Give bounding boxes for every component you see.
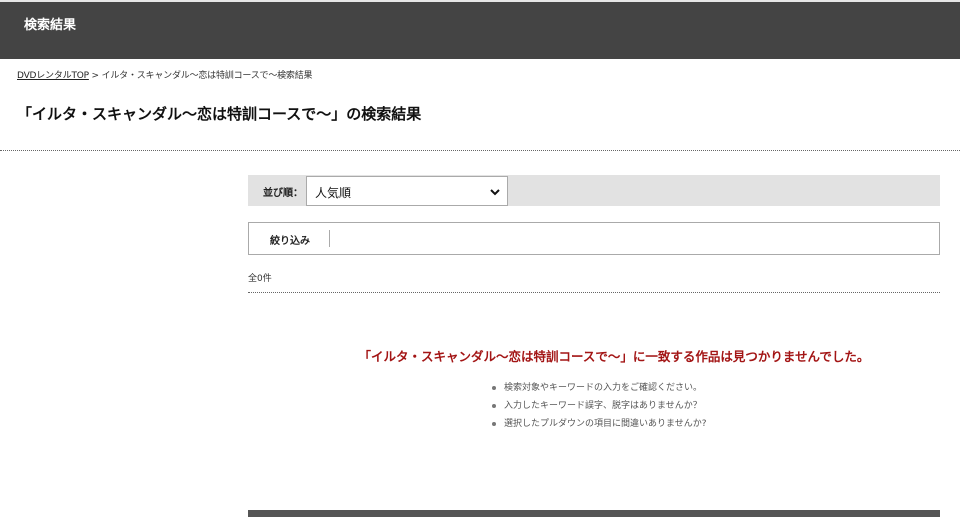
tip-item: 入力したキーワード誤字、脱字はありませんか？ (490, 399, 707, 417)
header-title: 検索結果 (24, 18, 77, 33)
breadcrumb-current: イルタ・スキャンダル〜恋は特訓コースで〜検索結果 (101, 71, 313, 81)
sort-bar: 並び順： 人気順 (248, 175, 940, 206)
tips-list: 検索対象やキーワードの入力をご確認ください。 入力したキーワード誤字、脱字はあり… (490, 381, 707, 435)
top-header: 検索結果 (0, 0, 960, 59)
sort-label: 並び順： (263, 188, 303, 199)
footer-bar (248, 510, 940, 517)
title-divider (0, 150, 960, 151)
filter-divider (329, 230, 330, 247)
breadcrumb: DVDレンタルTOP > イルタ・スキャンダル〜恋は特訓コースで〜検索結果 (17, 68, 313, 81)
sort-select[interactable]: 人気順 (306, 176, 508, 206)
result-count: 全0件 (248, 274, 272, 284)
chevron-down-icon (490, 189, 500, 196)
page-title: 「イルタ・スキャンダル〜恋は特訓コースで〜」の検索結果 (17, 105, 422, 123)
no-result-message: 「イルタ・スキャンダル〜恋は特訓コースで〜」に一致する作品は見つかりませんでした… (358, 349, 870, 364)
filter-button[interactable]: 絞り込み (270, 232, 310, 247)
count-divider (248, 292, 940, 293)
filter-box: 絞り込み (248, 222, 940, 255)
tip-item: 検索対象やキーワードの入力をご確認ください。 (490, 381, 707, 399)
sort-selected-value: 人気順 (315, 186, 352, 200)
breadcrumb-separator: > (91, 71, 100, 81)
tip-item: 選択したプルダウンの項目に間違いありませんか? (490, 417, 707, 435)
breadcrumb-home-link[interactable]: DVDレンタルTOP (17, 71, 89, 81)
